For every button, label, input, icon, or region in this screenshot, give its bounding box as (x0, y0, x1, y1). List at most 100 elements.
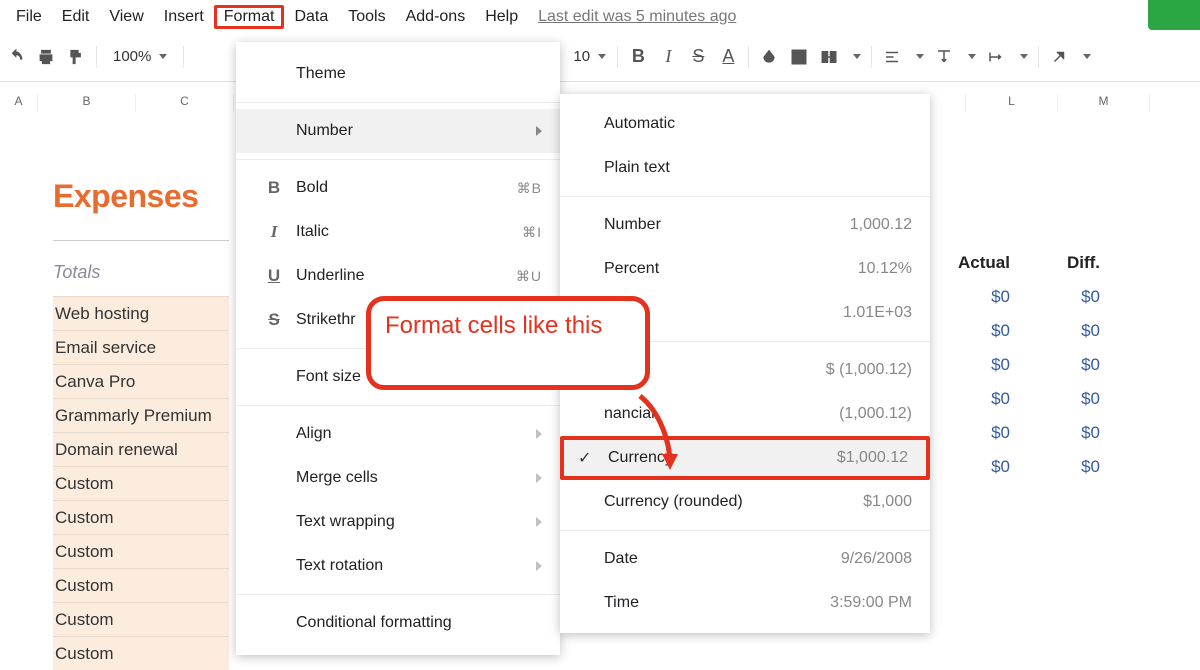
divider (871, 46, 872, 68)
expense-row[interactable]: Web hosting (53, 296, 229, 330)
col-a[interactable]: A (0, 94, 38, 112)
menu-align[interactable]: Align (236, 412, 560, 456)
menu-italic[interactable]: I Italic ⌘I (236, 210, 560, 254)
example: 9/26/2008 (841, 550, 912, 568)
menu-number[interactable]: Number (236, 109, 560, 153)
menu-data[interactable]: Data (284, 5, 338, 29)
expense-row[interactable]: Custom (53, 602, 229, 636)
col-c[interactable]: C (136, 94, 234, 112)
totals-label: Totals (53, 262, 100, 283)
menu-edit[interactable]: Edit (52, 5, 100, 29)
cell-actual[interactable]: $0 (930, 355, 1020, 375)
submenu-time[interactable]: Time 3:59:00 PM (560, 581, 930, 625)
zoom-dropdown[interactable]: 100% (107, 48, 173, 65)
text-color-icon[interactable]: A (718, 47, 738, 67)
submenu-currency[interactable]: ✓ Currency $1,000.12 (560, 436, 930, 480)
shortcut: ⌘I (522, 224, 542, 241)
paint-format-icon[interactable] (66, 47, 86, 67)
chevron-down-icon (1083, 54, 1091, 59)
value-row: $0 $0 (930, 314, 1110, 348)
divider (53, 240, 229, 241)
label: Automatic (604, 115, 675, 133)
expense-row[interactable]: Custom (53, 500, 229, 534)
expense-row[interactable]: Custom (53, 466, 229, 500)
zoom-value: 100% (113, 48, 151, 65)
menu-insert[interactable]: Insert (154, 5, 214, 29)
font-size-dropdown[interactable]: 10 (567, 48, 607, 65)
submenu-number[interactable]: Number 1,000.12 (560, 203, 930, 247)
example: $1,000 (863, 493, 912, 511)
menu-theme[interactable]: Theme (236, 52, 560, 96)
menu-view[interactable]: View (99, 5, 153, 29)
submenu-financial[interactable]: nancial (1,000.12) (560, 392, 930, 436)
merge-cells-icon[interactable] (819, 47, 839, 67)
expense-row[interactable]: Domain renewal (53, 432, 229, 466)
underline-icon: U (262, 266, 286, 286)
label: Bold (296, 179, 328, 197)
menu-rotation[interactable]: Text rotation (236, 544, 560, 588)
cell-diff[interactable]: $0 (1020, 355, 1110, 375)
menu-merge[interactable]: Merge cells (236, 456, 560, 500)
cell-actual[interactable]: $0 (930, 287, 1020, 307)
cell-diff[interactable]: $0 (1020, 389, 1110, 409)
divider (1038, 46, 1039, 68)
fill-color-icon[interactable] (759, 47, 779, 67)
italic-icon[interactable]: I (658, 47, 678, 67)
shortcut: ⌘B (517, 180, 542, 197)
cell-actual[interactable]: $0 (930, 321, 1020, 341)
expense-row[interactable]: Custom (53, 568, 229, 602)
menu-underline[interactable]: U Underline ⌘U (236, 254, 560, 298)
bold-icon[interactable]: B (628, 47, 648, 67)
label: Number (604, 216, 661, 234)
submenu-currency-rounded[interactable]: Currency (rounded) $1,000 (560, 480, 930, 524)
menu-format[interactable]: Format (214, 5, 285, 29)
italic-icon: I (262, 222, 286, 242)
borders-icon[interactable] (789, 47, 809, 67)
submenu-automatic[interactable]: Automatic (560, 102, 930, 146)
menu-help[interactable]: Help (475, 5, 528, 29)
submenu-percent[interactable]: Percent 10.12% (560, 247, 930, 291)
menu-addons[interactable]: Add-ons (396, 5, 476, 29)
chevron-down-icon (853, 54, 861, 59)
example: 1,000.12 (850, 216, 912, 234)
chevron-down-icon (159, 54, 167, 59)
rotation-icon[interactable] (1049, 47, 1069, 67)
cell-diff[interactable]: $0 (1020, 321, 1110, 341)
share-button[interactable] (1148, 0, 1200, 30)
menu-tools[interactable]: Tools (338, 5, 395, 29)
expense-row[interactable]: Email service (53, 330, 229, 364)
expense-row[interactable]: Grammarly Premium (53, 398, 229, 432)
strikethrough-icon: S (262, 310, 286, 330)
last-edit-link[interactable]: Last edit was 5 minutes ago (538, 8, 736, 26)
menu-conditional[interactable]: Conditional formatting (236, 601, 560, 645)
submenu-plain-text[interactable]: Plain text (560, 146, 930, 190)
label: Text rotation (296, 557, 383, 575)
menu-wrap[interactable]: Text wrapping (236, 500, 560, 544)
col-b[interactable]: B (38, 94, 136, 112)
submenu-date[interactable]: Date 9/26/2008 (560, 537, 930, 581)
print-icon[interactable] (36, 47, 56, 67)
cell-diff[interactable]: $0 (1020, 287, 1110, 307)
align-icon[interactable] (882, 47, 902, 67)
undo-icon[interactable] (6, 47, 26, 67)
col-l[interactable]: L (966, 94, 1058, 112)
label: Text wrapping (296, 513, 395, 531)
cell-diff[interactable]: $0 (1020, 423, 1110, 443)
cell-actual[interactable]: $0 (930, 423, 1020, 443)
expense-row[interactable]: Custom (53, 636, 229, 670)
cell-actual[interactable]: $0 (930, 389, 1020, 409)
menu-bold[interactable]: B Bold ⌘B (236, 166, 560, 210)
cell-diff[interactable]: $0 (1020, 457, 1110, 477)
expense-row[interactable]: Custom (53, 534, 229, 568)
menu-file[interactable]: File (6, 5, 52, 29)
bold-icon: B (262, 178, 286, 198)
menu-bar: File Edit View Insert Format Data Tools … (0, 0, 1200, 32)
strikethrough-icon[interactable]: S (688, 47, 708, 67)
wrap-icon[interactable] (986, 47, 1006, 67)
valign-icon[interactable] (934, 47, 954, 67)
expense-row[interactable]: Canva Pro (53, 364, 229, 398)
col-m[interactable]: M (1058, 94, 1150, 112)
chevron-right-icon (536, 126, 542, 136)
cell-actual[interactable]: $0 (930, 457, 1020, 477)
chevron-down-icon (598, 54, 606, 59)
